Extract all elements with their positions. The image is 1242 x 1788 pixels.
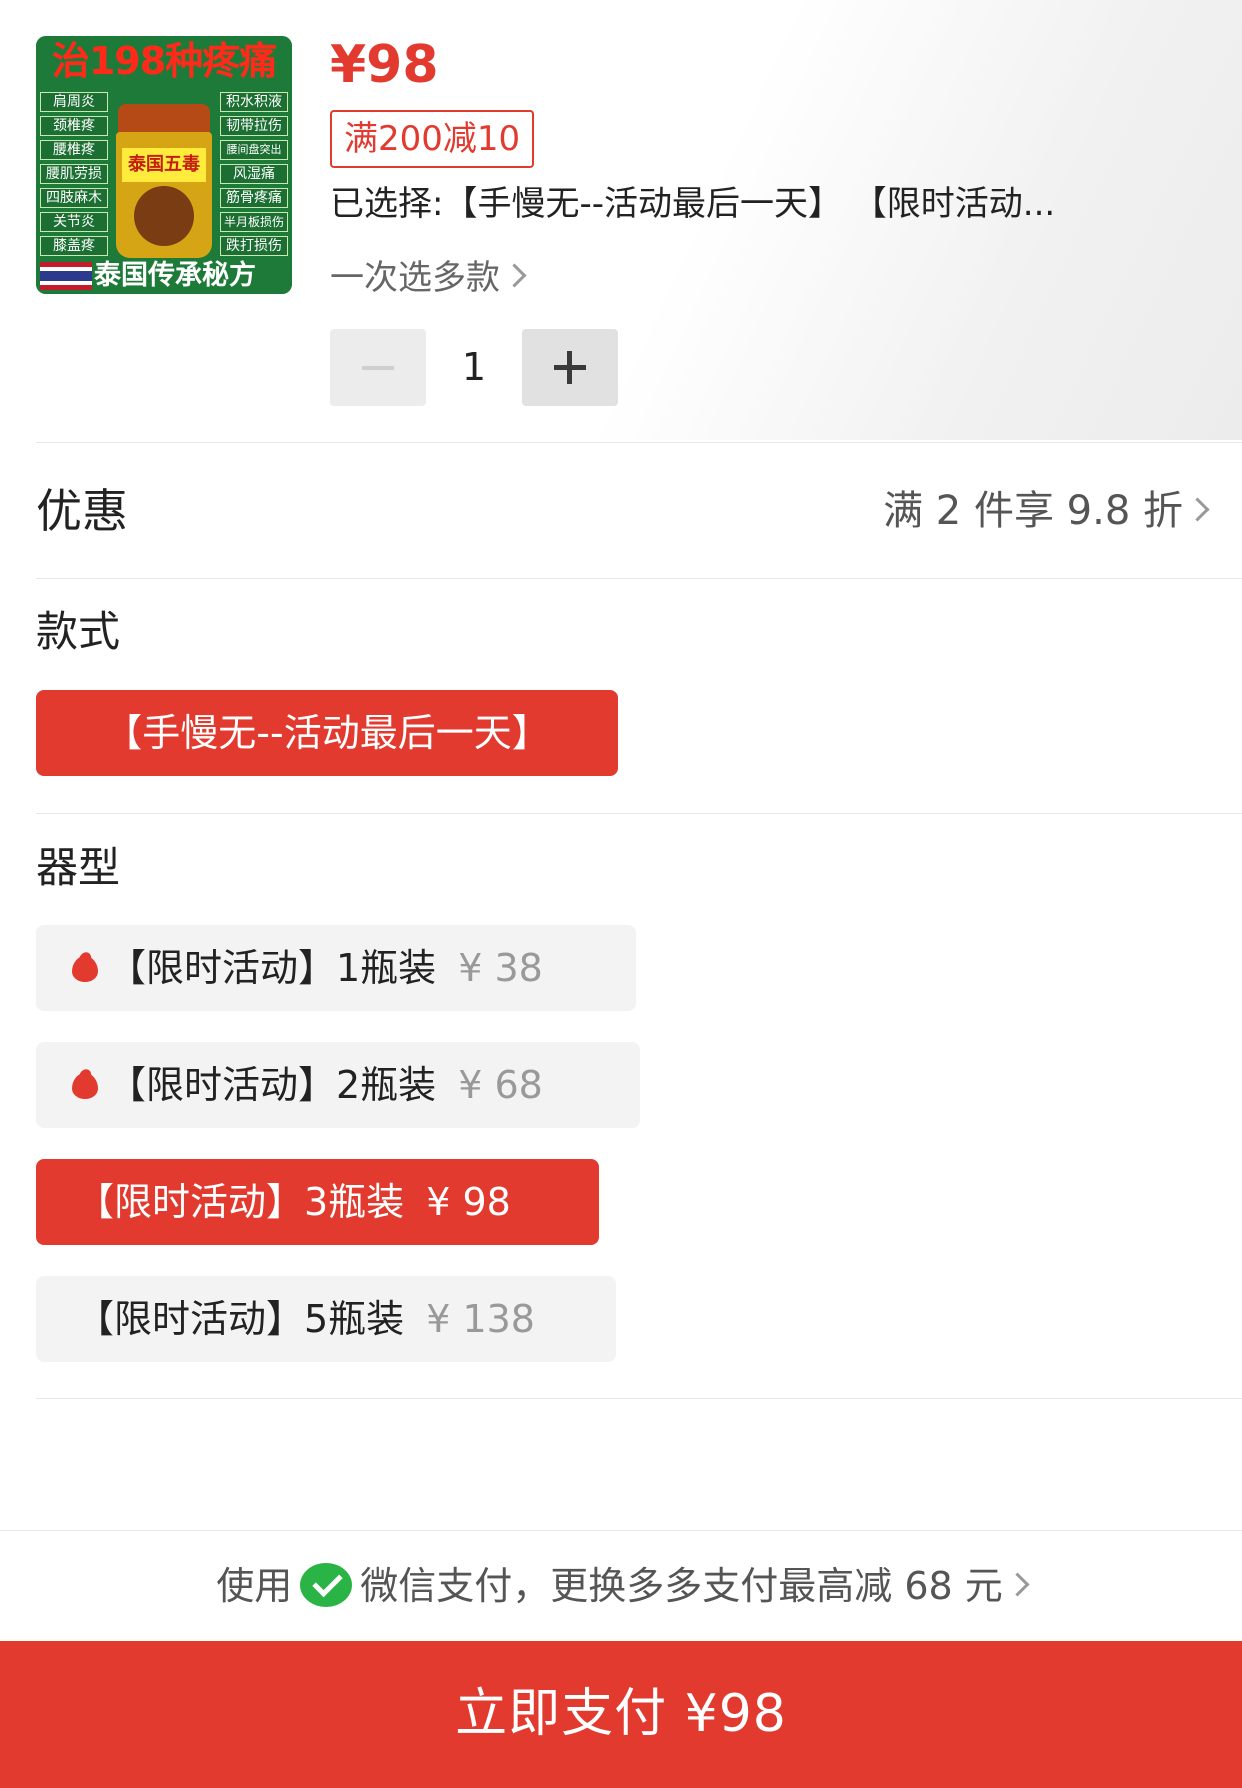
quantity-value: 1 <box>461 345 487 389</box>
product-image-left-item: 肩周炎 <box>40 92 108 112</box>
product-image-right-item: 跌打损伤 <box>220 236 288 256</box>
jar-figure <box>134 186 194 246</box>
type-option-label: 【限时活动】2瓶装 <box>108 1063 437 1107</box>
product-image-left-item: 颈椎疼 <box>40 116 108 136</box>
pay-now-button[interactable]: 立即支付 ¥98 <box>0 1641 1242 1788</box>
type-option-label: 【限时活动】3瓶装 <box>76 1180 405 1224</box>
product-image-right-item: 风湿痛 <box>220 164 288 184</box>
style-option[interactable]: 【手慢无--活动最后一天】 <box>36 690 618 776</box>
type-option-price: ¥ 38 <box>458 946 543 990</box>
fire-icon <box>72 1069 98 1099</box>
discount-label: 优惠 <box>36 484 128 538</box>
thailand-flag-icon <box>40 262 92 290</box>
selected-summary: 已选择:【手慢无--活动最后一天】 【限时活动... <box>330 184 1056 224</box>
divider <box>0 1530 1242 1531</box>
type-option-price: ¥ 98 <box>426 1180 511 1224</box>
product-image-footer: 泰国传承秘方 <box>36 258 292 294</box>
product-image-footer-text: 泰国传承秘方 <box>94 260 256 291</box>
type-option[interactable]: 【限时活动】2瓶装 ¥ 68 <box>36 1042 640 1128</box>
quantity-increment-button[interactable] <box>522 329 618 406</box>
payment-hint-prefix: 使用 <box>216 1564 293 1608</box>
product-image-left-item: 腰肌劳损 <box>40 164 108 184</box>
divider <box>36 442 1242 443</box>
product-image-left-item: 关节炎 <box>40 212 108 232</box>
product-price: ¥98 <box>330 35 439 95</box>
type-option[interactable]: 【限时活动】5瓶装 ¥ 138 <box>36 1276 616 1362</box>
chevron-right-icon <box>1185 496 1210 522</box>
multi-select-label: 一次选多款 <box>330 258 500 298</box>
chevron-right-icon <box>502 263 527 288</box>
type-option-label: 【限时活动】5瓶装 <box>76 1297 405 1341</box>
product-image-headline: 治198种疼痛 <box>36 36 292 86</box>
chevron-right-icon <box>1005 1572 1030 1597</box>
product-image[interactable]: 治198种疼痛 肩周炎 颈椎疼 腰椎疼 腰肌劳损 四肢麻木 关节炎 膝盖疼 泰国… <box>36 36 292 294</box>
payment-method-row[interactable]: 使用 微信支付，更换多多支付最高减 68 元 <box>0 1556 1242 1616</box>
style-option-label: 【手慢无--活动最后一天】 <box>104 711 550 755</box>
product-image-left-item: 腰椎疼 <box>40 140 108 160</box>
fire-icon <box>72 952 98 982</box>
type-option-selected[interactable]: 【限时活动】3瓶装 ¥ 98 <box>36 1159 599 1245</box>
jar-cap <box>118 104 210 134</box>
divider <box>36 578 1242 579</box>
product-image-left-item: 四肢麻木 <box>40 188 108 208</box>
divider <box>36 1398 1242 1399</box>
product-image-right-item: 韧带拉伤 <box>220 116 288 136</box>
product-image-left-item: 膝盖疼 <box>40 236 108 256</box>
payment-hint-text: 微信支付，更换多多支付最高减 68 元 <box>360 1564 1003 1608</box>
type-section-title: 器型 <box>36 843 121 892</box>
product-image-right-item: 半月板损伤 <box>220 212 288 232</box>
discount-value: 满 2 件享 9.8 折 <box>883 488 1183 534</box>
product-image-left-list: 肩周炎 颈椎疼 腰椎疼 腰肌劳损 四肢麻木 关节炎 膝盖疼 <box>40 92 108 256</box>
coupon-badge: 满200减10 <box>330 110 535 168</box>
discount-row[interactable]: 满 2 件享 9.8 折 <box>883 476 1210 546</box>
wechat-pay-icon <box>300 1562 353 1607</box>
type-option-label: 【限时活动】1瓶装 <box>108 946 437 990</box>
type-option[interactable]: 【限时活动】1瓶装 ¥ 38 <box>36 925 636 1011</box>
type-option-price: ¥ 68 <box>458 1063 543 1107</box>
type-option-price: ¥ 138 <box>426 1297 535 1341</box>
product-image-right-item: 筋骨疼痛 <box>220 188 288 208</box>
product-image-right-list: 积水积液 韧带拉伤 腰间盘突出 风湿痛 筋骨疼痛 半月板损伤 跌打损伤 <box>220 92 288 256</box>
style-section-title: 款式 <box>36 607 121 656</box>
product-image-right-item: 积水积液 <box>220 92 288 112</box>
quantity-decrement-button[interactable] <box>330 329 426 406</box>
divider <box>36 813 1242 814</box>
multi-select-link[interactable]: 一次选多款 <box>330 254 527 302</box>
product-image-right-item: 腰间盘突出 <box>220 140 288 160</box>
jar-illustration: 泰国五毒 <box>112 88 216 268</box>
jar-label: 泰国五毒 <box>122 148 206 182</box>
